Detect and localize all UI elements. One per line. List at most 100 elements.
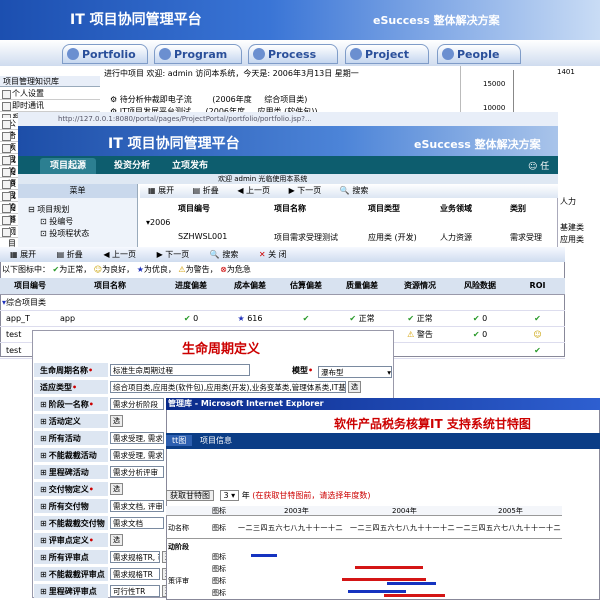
w2-table-row[interactable]: SZHWSL001 项目需求受理测试 应用类 (开发) 人力资源 需求受理 [178, 232, 558, 243]
sidebar-item[interactable]: 我的 [0, 154, 18, 176]
field-label[interactable]: 不能裁截评审点 [34, 567, 108, 582]
col-header: 风险数据 [450, 278, 510, 295]
prev-page-button[interactable]: ◀ 上一页 [237, 186, 270, 195]
field-label-text: 里程碑活动 [48, 468, 89, 477]
menu-item[interactable]: ⊡ 投项程状态 [28, 228, 137, 240]
field-label[interactable]: 所有评审点 [34, 550, 108, 565]
menu-item-project-plan[interactable]: ⊟ 项目规划 [28, 204, 137, 216]
field-input[interactable]: 标准生命周期过程 [110, 364, 250, 376]
nav-tab-portfolio[interactable]: Portfolio [62, 44, 148, 64]
sidebar-item[interactable]: 项目 [0, 226, 18, 248]
sidebar-item[interactable]: 投资 [0, 166, 18, 188]
select-button[interactable]: 选 [110, 483, 123, 495]
nav-tab-process[interactable]: Process [248, 44, 338, 64]
field-input[interactable]: 需求文档, 评审报 [110, 500, 164, 512]
cell: 项目需求受理测试 [274, 233, 338, 242]
menu-label: 投编号 [49, 217, 74, 226]
next-page-button[interactable]: ▶ 下一页 [289, 186, 322, 195]
field-label[interactable]: 不能裁截活动 [34, 448, 108, 463]
user-label: 任 [540, 162, 550, 172]
collapse-button[interactable]: ▤ 折叠 [57, 250, 83, 259]
address-bar[interactable]: http://127.0.0.1:8080/portal/pages/Proje… [18, 112, 558, 126]
user-icon[interactable]: ☺ 任 [528, 159, 549, 172]
sidebar-item[interactable]: 项目 [0, 178, 18, 200]
cell: 616 [247, 313, 263, 323]
project-icon [350, 48, 362, 60]
tab-investment-analysis[interactable]: 投资分析 [104, 158, 160, 174]
warn-icon: ⚠ [407, 329, 415, 339]
field-input[interactable]: 需求分析阶段 [110, 398, 164, 410]
group-row[interactable]: ▾综合项目类 [0, 294, 565, 311]
nav-tab-label: PeopIe [457, 47, 500, 61]
gantt-note: (在获取甘特图前，请选择年度数) [252, 491, 371, 500]
tab-project-info[interactable]: 项目信息 [200, 435, 232, 446]
prev-page-button[interactable]: ◀ 上一页 [103, 250, 136, 259]
gantt-row[interactable]: 图标 [166, 562, 562, 574]
select-button[interactable]: 选 [348, 381, 361, 393]
field-label-text: 评审点定义 [48, 536, 89, 545]
sidebar-item[interactable]: 个人 [0, 130, 18, 152]
field-label[interactable]: 评审点定义• [34, 533, 108, 548]
search-button[interactable]: 🔍 搜索 [210, 250, 239, 259]
tab-gantt[interactable]: tt图 [166, 435, 193, 446]
gantt-rows: 图标 图标 图标 策评审 图标 [166, 550, 562, 600]
tab-project-release[interactable]: 立项发布 [162, 158, 218, 174]
field-input[interactable]: 需求分析评审 [110, 466, 164, 478]
cell: 人力资源 [440, 233, 472, 242]
gantt-row-icon-label: 图标 [212, 589, 226, 597]
nav-tab-program[interactable]: Program [154, 44, 242, 64]
close-button[interactable]: ✕ 关 闭 [259, 250, 287, 259]
field-label-text: 生命周期名称 [40, 366, 88, 375]
field-input[interactable]: 可行性TR [110, 585, 160, 597]
field-label[interactable]: 所有活动 [34, 431, 108, 446]
gantt-row[interactable]: 图标 [166, 586, 562, 598]
field-label-text: 所有活动 [48, 434, 81, 443]
sidebar-item[interactable]: 我的 [0, 190, 18, 212]
sidebar-item[interactable]: 公告 [0, 118, 18, 140]
field-input[interactable]: 需求受理, 需求分 [110, 449, 164, 461]
sidebar-item[interactable]: 项目 [0, 142, 18, 164]
model-value: 瀑布型 [321, 368, 344, 377]
sidebar-item[interactable]: 个人设置 [0, 88, 100, 100]
field-input[interactable]: 需求文档 [110, 517, 164, 529]
expand-button[interactable]: ▦ 展开 [148, 186, 174, 195]
sidebar-item[interactable]: 部门 [0, 214, 18, 236]
get-gantt-button[interactable]: 获取甘特图 [166, 490, 214, 501]
gantt-row[interactable]: 图标 策评审 [166, 574, 562, 586]
field-label[interactable]: 里程碑评审点 [34, 584, 108, 599]
field-label-text: 适应类型 [40, 383, 72, 392]
year-select[interactable]: 3 ▾ [219, 490, 240, 501]
search-button[interactable]: 🔍 搜索 [340, 186, 369, 195]
portal-row[interactable]: ⚙ 待分析仲裁即电子流 (2006年度 综合项目类) [110, 94, 307, 105]
sidebar-item[interactable]: 投资 [0, 202, 18, 224]
field-input[interactable]: 需求受理, 需求分 [110, 432, 164, 444]
field-input[interactable]: 综合项目类,应用类(软件包),应用类(开发),业务变革类,管理体系类,IT基建类 [110, 381, 346, 393]
gantt-row[interactable]: 图标 [166, 550, 562, 562]
tab-project-origin[interactable]: 项目起源 [40, 158, 97, 174]
lifecycle-title: 生命周期定义 [182, 342, 261, 357]
field-label[interactable]: 交付物定义• [34, 482, 108, 497]
model-select[interactable]: 瀑布型 ▾ [318, 366, 392, 378]
nav-tab-project[interactable]: Project [345, 44, 429, 64]
next-page-button[interactable]: ▶ 下一页 [157, 250, 190, 259]
menu-label: 投项程状态 [49, 229, 90, 238]
gantt-tab-bar: tt图 项目信息 [166, 433, 600, 449]
legend-prefix: 以下图标中： [2, 265, 50, 274]
col-header: 资源情况 [390, 278, 450, 295]
field-label[interactable]: 里程碑活动 [34, 465, 108, 480]
field-label[interactable]: 所有交付物 [34, 499, 108, 514]
select-button[interactable]: 选 [110, 534, 123, 546]
table-row[interactable]: app_T app ✔ 0 ★ 616 ✔ ✔ 正常 ✔ 正常 ✔ 0 ✔ [0, 310, 565, 327]
field-input[interactable]: 需求规格TR, 可行性分析 [110, 551, 160, 563]
nav-tab-people[interactable]: PeopIe [437, 44, 521, 64]
field-label[interactable]: 活动定义 [34, 414, 108, 429]
field-label[interactable]: 不能裁截交付物 [34, 516, 108, 531]
select-button[interactable]: 选 [110, 415, 123, 427]
field-input[interactable]: 需求规格TR [110, 568, 160, 580]
menu-label: 项目规划 [37, 205, 70, 214]
menu-item[interactable]: ⊡ 投编号 [28, 216, 137, 228]
collapse-button[interactable]: ▤ 折叠 [193, 186, 219, 195]
field-label[interactable]: 阶段一名称• [34, 397, 108, 412]
expand-button[interactable]: ▦ 展开 [10, 250, 36, 259]
sidebar-item[interactable]: 即时通讯 [0, 100, 100, 112]
